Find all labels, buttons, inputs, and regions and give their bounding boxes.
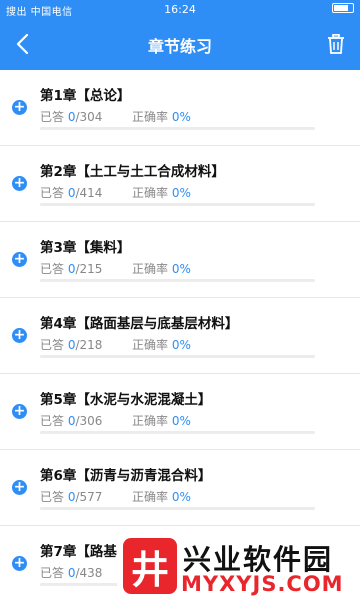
question-total: /215 xyxy=(75,262,103,276)
accuracy-value: 0% xyxy=(171,186,191,200)
accuracy-value: 0% xyxy=(171,110,191,124)
watermark: 井 兴业软件园 MYXYJS.COM xyxy=(117,534,358,598)
question-total: /304 xyxy=(75,110,103,124)
chapter-item[interactable]: + 第5章【水泥与水泥混凝土】 已答 0/306 正确率 0% xyxy=(0,374,360,450)
accuracy-label: 正确率 xyxy=(132,338,169,352)
status-time: 16:24 xyxy=(164,3,196,16)
question-total: /438 xyxy=(75,566,103,580)
status-bar: 搜出 中国电信 16:24 xyxy=(0,0,360,18)
chapter-item[interactable]: + 第2章【土工与土工合成材料】 已答 0/414 正确率 0% xyxy=(0,146,360,222)
chapter-item[interactable]: + 第4章【路面基层与底基层材料】 已答 0/218 正确率 0% xyxy=(0,298,360,374)
title-bar: 章节练习 xyxy=(0,18,360,70)
answered-label: 已答 xyxy=(40,414,65,428)
add-icon[interactable]: + xyxy=(12,556,27,571)
chapter-title: 第2章【土工与土工合成材料】 xyxy=(40,164,225,180)
accuracy-label: 正确率 xyxy=(132,262,169,276)
accuracy-label: 正确率 xyxy=(132,186,169,200)
chapter-stats: 已答 0/306 正确率 0% xyxy=(40,412,191,429)
battery-icon xyxy=(332,3,354,13)
question-total: /414 xyxy=(75,186,103,200)
chapter-stats: 已答 0/577 正确率 0% xyxy=(40,488,191,505)
chapter-list: + 第1章【总论】 已答 0/304 正确率 0% + 第2章【土工与土工合成材… xyxy=(0,70,360,600)
answered-label: 已答 xyxy=(40,186,65,200)
accuracy-value: 0% xyxy=(171,490,191,504)
answered-label: 已答 xyxy=(40,566,65,580)
question-total: /218 xyxy=(75,338,103,352)
progress-track xyxy=(40,507,315,510)
accuracy: 正确率 0% xyxy=(132,336,191,353)
chapter-item[interactable]: + 第6章【沥青与沥青混合料】 已答 0/577 正确率 0% xyxy=(0,450,360,526)
chapter-title: 第3章【集料】 xyxy=(40,240,131,256)
watermark-url: MYXYJS.COM xyxy=(181,572,344,596)
add-icon[interactable]: + xyxy=(12,176,27,191)
accuracy-value: 0% xyxy=(171,338,191,352)
page-title: 章节练习 xyxy=(147,37,212,56)
chapter-item[interactable]: + 第3章【集料】 已答 0/215 正确率 0% xyxy=(0,222,360,298)
accuracy-value: 0% xyxy=(171,262,191,276)
add-icon[interactable]: + xyxy=(12,252,27,267)
chapter-title: 第4章【路面基层与底基层材料】 xyxy=(40,316,239,332)
add-icon[interactable]: + xyxy=(12,100,27,115)
progress-track xyxy=(40,203,315,206)
status-icons xyxy=(332,3,354,14)
accuracy: 正确率 0% xyxy=(132,488,191,505)
progress-track xyxy=(40,127,315,130)
chapter-stats: 已答 0/304 正确率 0% xyxy=(40,108,191,125)
accuracy: 正确率 0% xyxy=(132,412,191,429)
add-icon[interactable]: + xyxy=(12,328,27,343)
chapter-title: 第7章【路基 xyxy=(40,544,117,560)
chapter-item[interactable]: + 第1章【总论】 已答 0/304 正确率 0% xyxy=(0,70,360,146)
progress-track xyxy=(40,431,315,434)
add-icon[interactable]: + xyxy=(12,404,27,419)
accuracy: 正确率 0% xyxy=(132,260,191,277)
accuracy-value: 0% xyxy=(171,414,191,428)
question-total: /306 xyxy=(75,414,103,428)
chapter-stats: 已答 0/218 正确率 0% xyxy=(40,336,191,353)
chapter-stats: 已答 0/414 正确率 0% xyxy=(40,184,191,201)
watermark-logo: 井 xyxy=(123,538,177,594)
accuracy-label: 正确率 xyxy=(132,414,169,428)
accuracy: 正确率 0% xyxy=(132,108,191,125)
answered-label: 已答 xyxy=(40,490,65,504)
add-icon[interactable]: + xyxy=(12,480,27,495)
accuracy-label: 正确率 xyxy=(132,110,169,124)
chapter-title: 第6章【沥青与沥青混合料】 xyxy=(40,468,212,484)
chapter-title: 第5章【水泥与水泥混凝土】 xyxy=(40,392,212,408)
accuracy-label: 正确率 xyxy=(132,490,169,504)
answered-label: 已答 xyxy=(40,110,65,124)
question-total: /577 xyxy=(75,490,103,504)
progress-track xyxy=(40,355,315,358)
answered-label: 已答 xyxy=(40,262,65,276)
progress-track xyxy=(40,279,315,282)
chapter-title: 第1章【总论】 xyxy=(40,88,131,104)
chapter-stats: 已答 0/438 正确率 xyxy=(40,564,168,581)
answered-label: 已答 xyxy=(40,338,65,352)
chapter-stats: 已答 0/215 正确率 0% xyxy=(40,260,191,277)
delete-button[interactable] xyxy=(320,28,352,60)
trash-icon xyxy=(328,34,344,54)
accuracy: 正确率 0% xyxy=(132,184,191,201)
